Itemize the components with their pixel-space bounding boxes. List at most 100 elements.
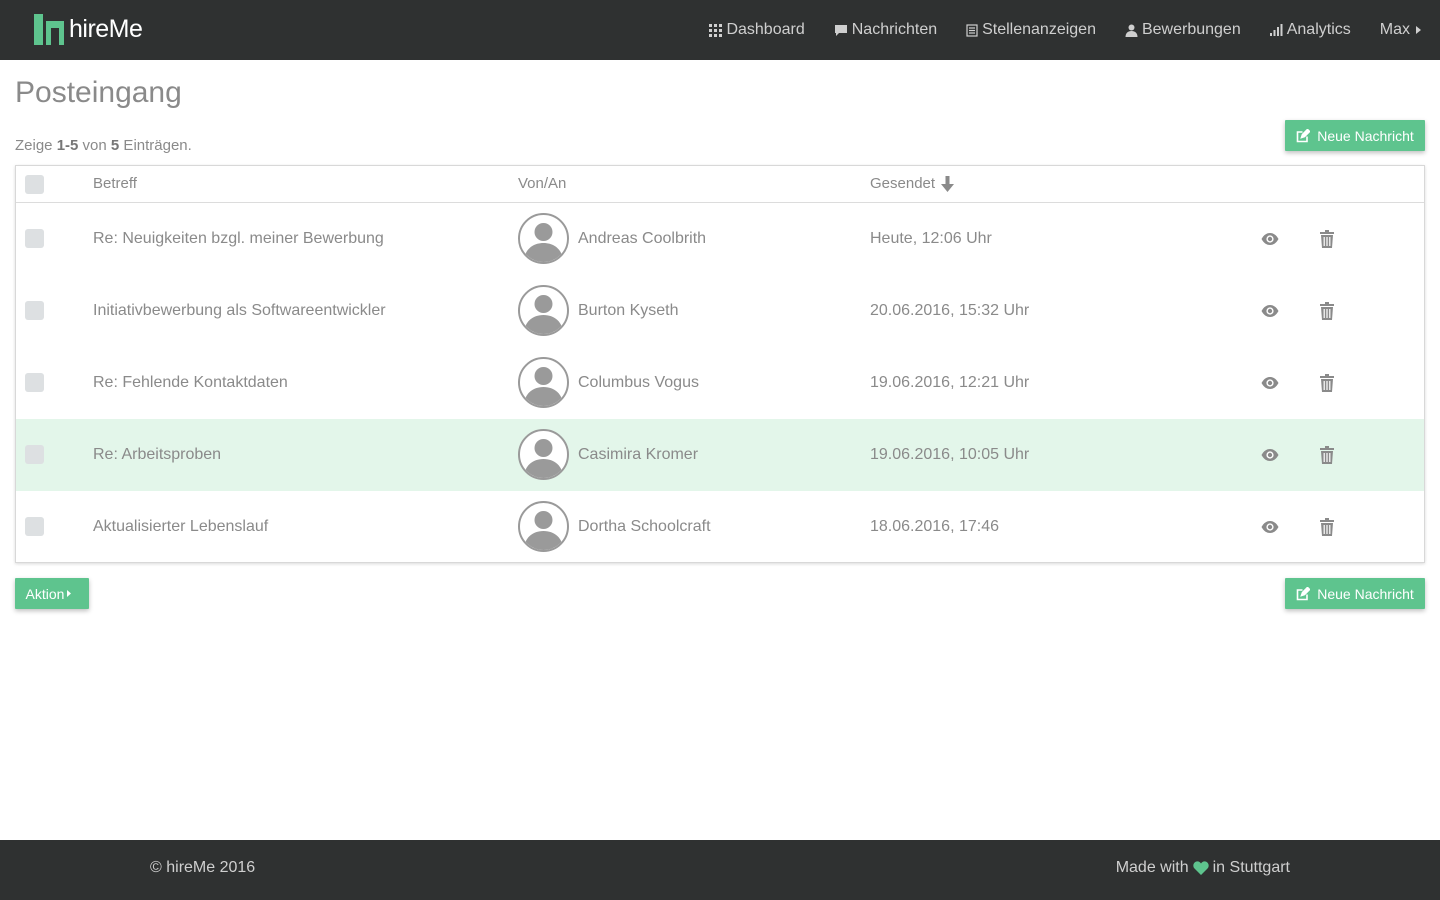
select-all-checkbox[interactable]	[25, 175, 44, 194]
nav-label-messages: Nachrichten	[851, 21, 938, 38]
table-row[interactable]: Aktualisierter Lebenslauf Dortha Schoolcr…	[16, 491, 1424, 563]
delete-button[interactable]	[1320, 374, 1334, 392]
avatar	[518, 213, 569, 264]
nav-item-jobs[interactable]: Stellenanzeigen	[966, 21, 1096, 39]
edit-icon	[1296, 128, 1311, 142]
summary-suffix: Einträgen.	[119, 137, 192, 154]
summary-total: 5	[110, 137, 120, 154]
nav-label-jobs: Stellenanzeigen	[982, 21, 1096, 38]
row-contact[interactable]: Dortha Schoolcraft	[578, 518, 711, 536]
row-sent-date: 20.06.2016, 15:32 Uhr	[870, 302, 1030, 319]
row-checkbox[interactable]	[25, 445, 44, 464]
view-button[interactable]	[1261, 377, 1279, 389]
trash-icon	[1320, 446, 1334, 464]
row-contact[interactable]: Casimira Kromer	[578, 446, 698, 464]
default-avatar-icon	[524, 367, 563, 406]
nav-label-dashboard: Dashboard	[726, 21, 805, 38]
table-row[interactable]: Re: Neuigkeiten bzgl. meiner Bewerbung An…	[16, 203, 1424, 275]
nav-item-user-menu[interactable]: Max	[1380, 21, 1421, 39]
column-header-subject[interactable]: Betreff	[93, 175, 137, 192]
column-header-sent-label: Gesendet	[870, 175, 936, 192]
row-sent-date: 18.06.2016, 17:46	[870, 518, 1000, 535]
nav-label-user: Max	[1379, 21, 1410, 38]
action-label: Aktion	[25, 585, 65, 602]
brand-name: hireMe	[69, 15, 143, 43]
edit-icon	[1296, 586, 1311, 600]
row-sent-date: 19.06.2016, 12:21 Uhr	[870, 374, 1030, 391]
new-message-button-bottom[interactable]: Neue Nachricht	[1285, 578, 1425, 609]
document-list-icon	[966, 23, 978, 37]
user-icon	[1125, 24, 1138, 37]
new-message-label: Neue Nachricht	[1317, 127, 1414, 144]
table-row[interactable]: Initiativbewerbung als Softwareentwickle…	[16, 275, 1424, 347]
row-subject[interactable]: Aktualisierter Lebenslauf	[93, 518, 268, 536]
brand-logo-link[interactable]: hireMe	[34, 14, 143, 45]
row-contact[interactable]: Burton Kyseth	[578, 302, 679, 320]
footer-made-with: Made with in Stuttgart	[1116, 859, 1290, 877]
view-button[interactable]	[1261, 305, 1279, 317]
column-header-sent[interactable]: Gesendet	[870, 175, 955, 192]
main-nav: Dashboard Nachrichten Stellenanzeigen Be…	[680, 0, 1421, 60]
eye-icon	[1261, 377, 1279, 389]
summary-mid: von	[78, 137, 111, 154]
avatar	[518, 285, 569, 336]
view-button[interactable]	[1261, 521, 1279, 533]
row-subject[interactable]: Initiativbewerbung als Softwareentwickle…	[93, 302, 386, 320]
default-avatar-icon	[524, 511, 563, 550]
view-button[interactable]	[1261, 233, 1279, 245]
row-contact[interactable]: Columbus Vogus	[578, 374, 699, 392]
footer: © hireMe 2016 Made with in Stuttgart	[0, 840, 1440, 900]
summary-prefix: Zeige	[15, 137, 57, 154]
new-message-button-top[interactable]: Neue Nachricht	[1285, 120, 1425, 151]
row-sent-date: 19.06.2016, 10:05 Uhr	[870, 446, 1030, 463]
row-subject[interactable]: Re: Fehlende Kontaktdaten	[93, 374, 288, 392]
delete-button[interactable]	[1320, 302, 1334, 320]
default-avatar-icon	[524, 295, 563, 334]
nav-label-analytics: Analytics	[1286, 21, 1351, 38]
footer-made-with-label: Made with	[1115, 859, 1189, 876]
summary-range: 1-5	[56, 137, 79, 154]
hireme-logo-icon	[34, 14, 64, 45]
heart-icon	[1192, 861, 1209, 875]
action-button[interactable]: Aktion	[15, 578, 89, 609]
delete-button[interactable]	[1320, 446, 1334, 464]
default-avatar-icon	[524, 223, 563, 262]
delete-button[interactable]	[1320, 518, 1334, 536]
nav-item-messages[interactable]: Nachrichten	[834, 21, 937, 39]
inbox-table: Betreff Von/An Gesendet Re: Neuigkeiten …	[15, 165, 1425, 563]
avatar	[518, 429, 569, 480]
new-message-label: Neue Nachricht	[1317, 585, 1414, 602]
trash-icon	[1320, 374, 1334, 392]
view-button[interactable]	[1261, 449, 1279, 461]
eye-icon	[1261, 305, 1279, 317]
nav-item-applications[interactable]: Bewerbungen	[1125, 21, 1241, 39]
row-checkbox[interactable]	[25, 301, 44, 320]
nav-label-applications: Bewerbungen	[1141, 21, 1241, 38]
eye-icon	[1261, 449, 1279, 461]
trash-icon	[1320, 518, 1334, 536]
avatar	[518, 501, 569, 552]
table-header: Betreff Von/An Gesendet	[16, 166, 1424, 203]
trash-icon	[1320, 230, 1334, 248]
row-checkbox[interactable]	[25, 373, 44, 392]
row-subject[interactable]: Re: Arbeitsproben	[93, 446, 221, 464]
row-checkbox[interactable]	[25, 229, 44, 248]
nav-item-analytics[interactable]: Analytics	[1269, 21, 1351, 39]
speech-bubble-icon	[834, 24, 847, 36]
table-row[interactable]: Re: Arbeitsproben Casimira Kromer 19.06.20…	[16, 419, 1424, 491]
navbar: hireMe Dashboard Nachrichten Stellenanze…	[0, 0, 1440, 60]
row-checkbox[interactable]	[25, 517, 44, 536]
eye-icon	[1261, 521, 1279, 533]
results-summary: Zeige 1-5 von 5 Einträgen.	[15, 137, 192, 154]
grid-icon	[709, 23, 723, 37]
delete-button[interactable]	[1320, 230, 1334, 248]
default-avatar-icon	[524, 439, 563, 478]
avatar	[518, 357, 569, 408]
nav-item-dashboard[interactable]: Dashboard	[709, 21, 805, 39]
row-contact[interactable]: Andreas Coolbrith	[578, 230, 706, 248]
row-subject[interactable]: Re: Neuigkeiten bzgl. meiner Bewerbung	[93, 230, 384, 248]
table-row[interactable]: Re: Fehlende Kontaktdaten Columbus Vogus 1…	[16, 347, 1424, 419]
trash-icon	[1320, 302, 1334, 320]
column-header-from-to[interactable]: Von/An	[518, 175, 566, 192]
sort-desc-arrow-icon	[941, 175, 955, 192]
